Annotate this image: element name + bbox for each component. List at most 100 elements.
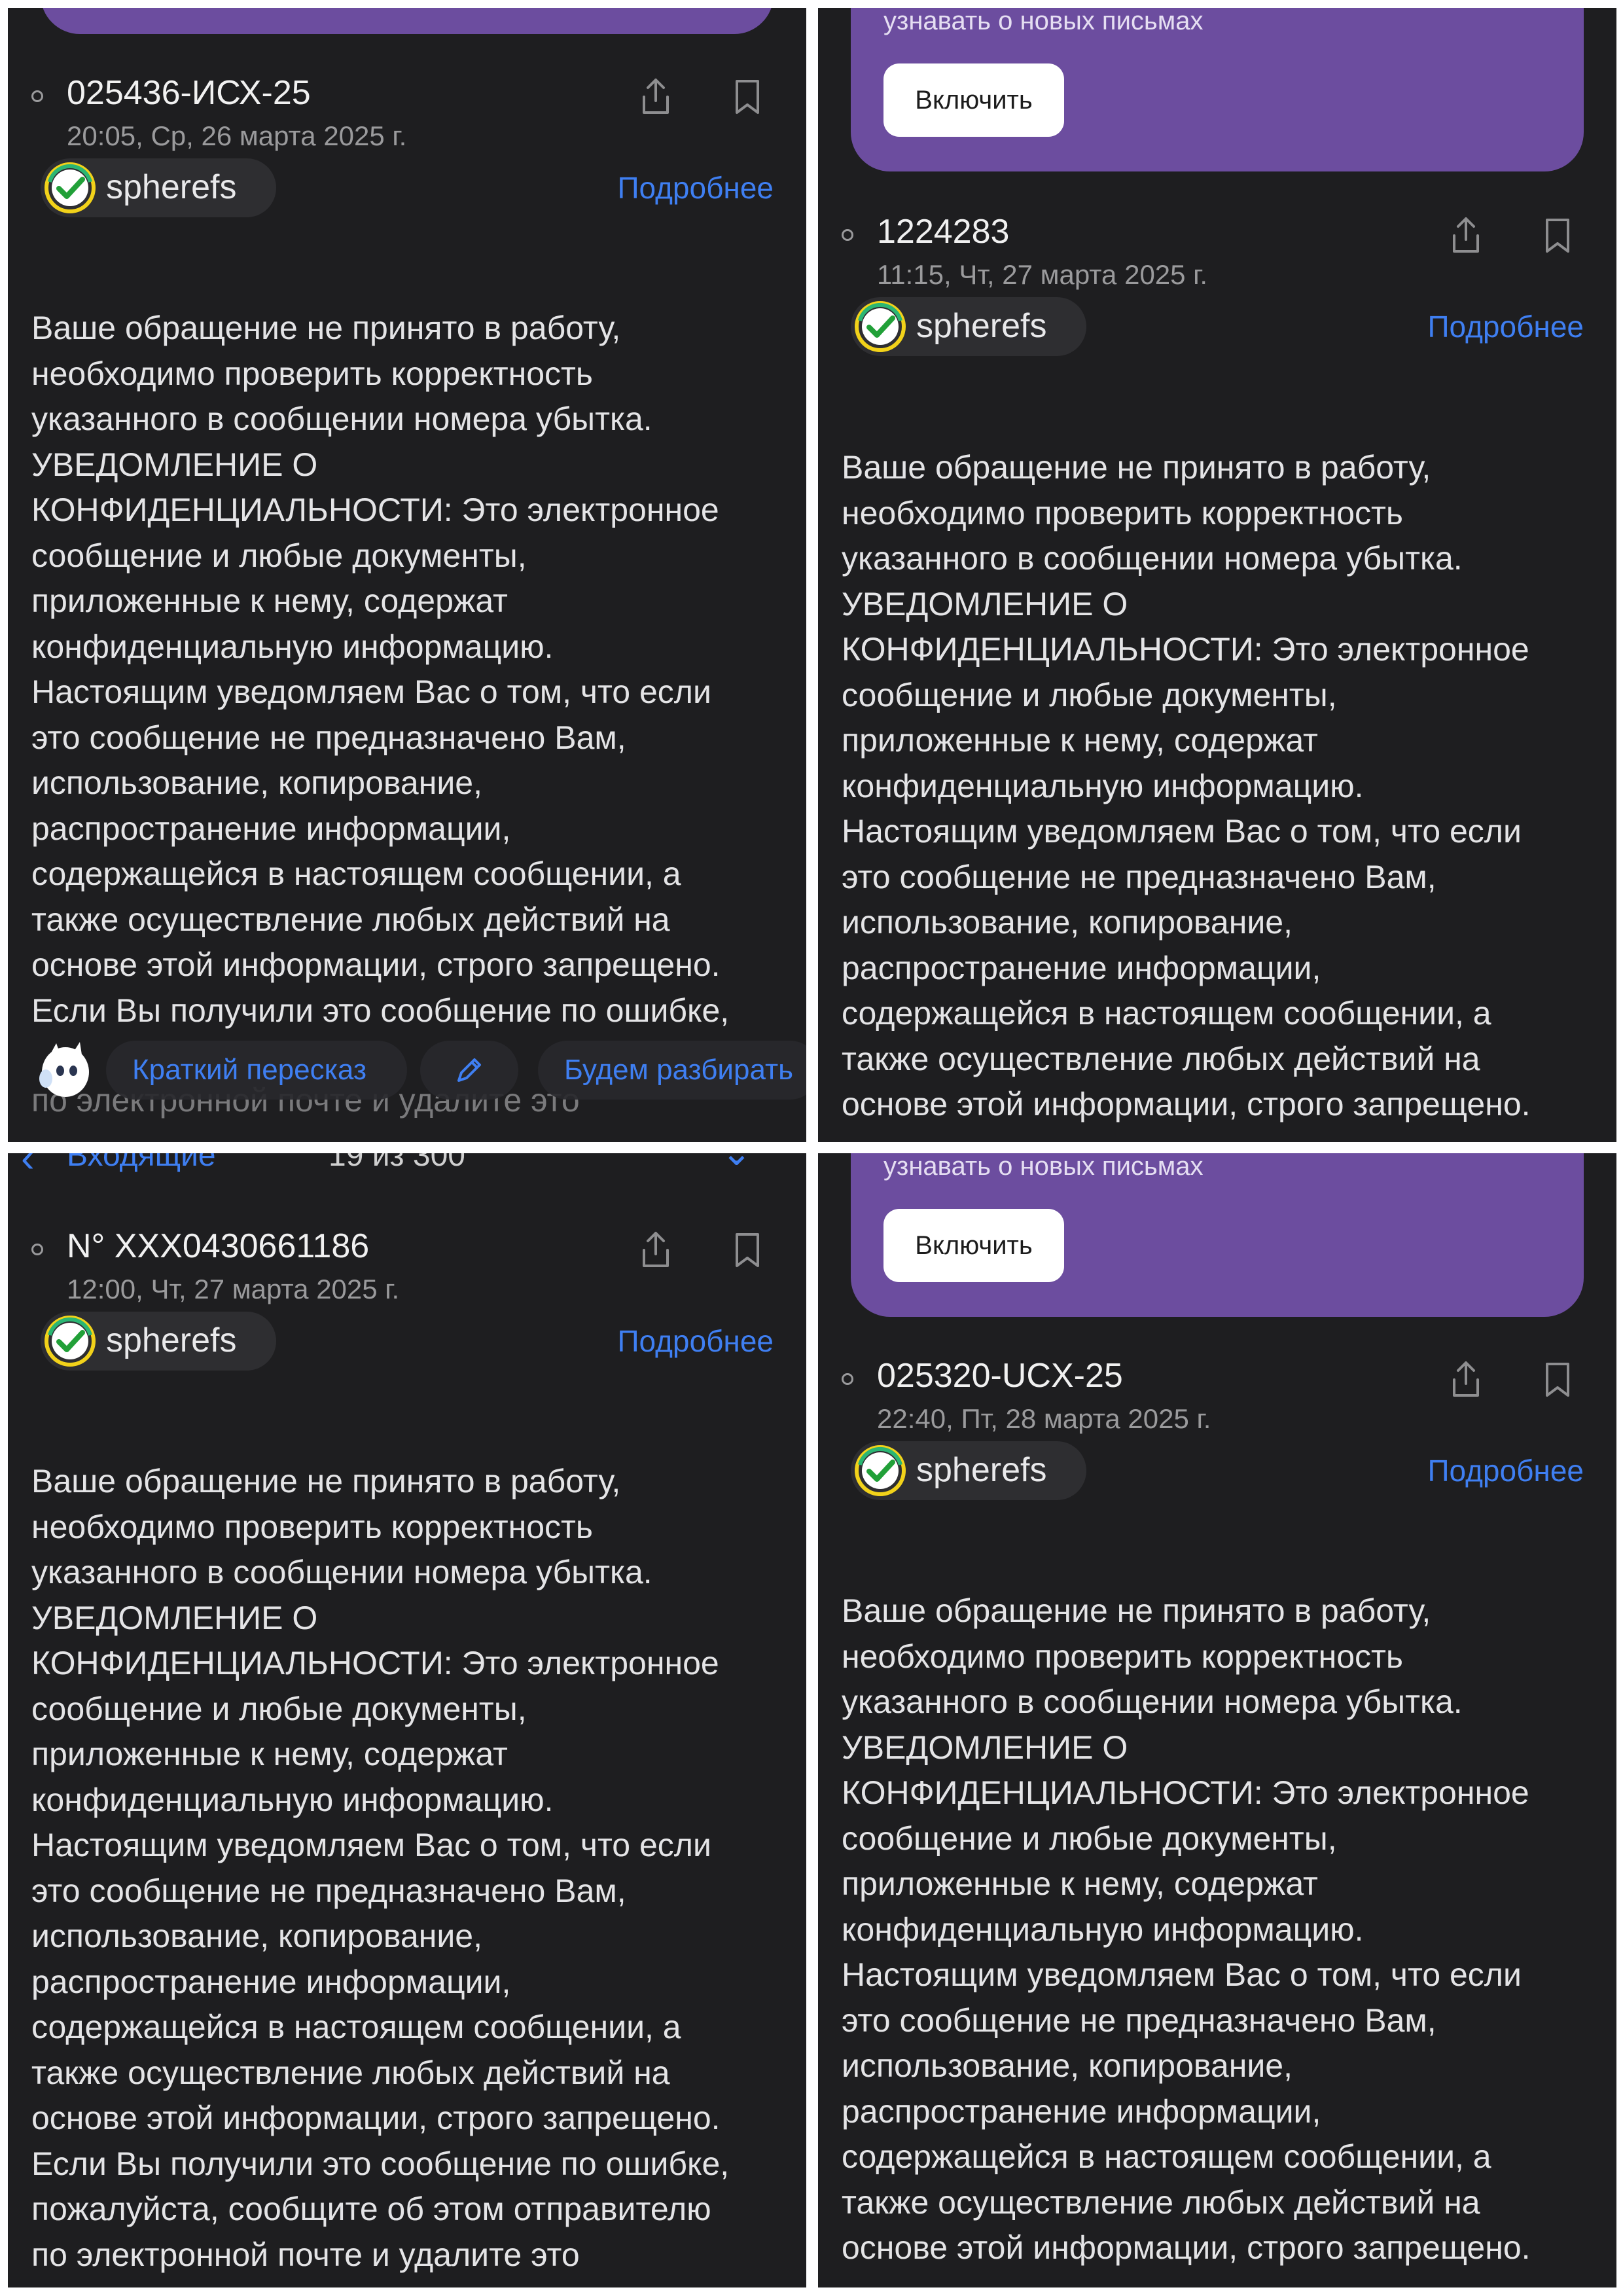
details-link[interactable]: Подробнее [1427,1453,1584,1488]
mail-subject: 025436-ИСХ-25 [67,74,311,112]
promo-banner [41,8,774,34]
enable-notifications-button[interactable]: Включить [883,63,1064,137]
body-line: содержащейся в настоящем сообщении, а [31,855,681,892]
body-line: содержащейся в настоящем сообщении, а [842,995,1491,1031]
sender-name: spherefs [916,307,1047,345]
body-line: это сообщение не предназначено Вам, [31,719,626,756]
body-line: также осуществление любых действий на [842,2183,1480,2221]
mail-panel-4: узнавать о новых письмах Включить 025320… [818,1153,1616,2287]
ai-actions-bar: Краткий пересказ Будем разбирать [8,1029,806,1101]
body-line: необходимо проверить корректность [31,1508,593,1545]
sort-out-button[interactable]: Будем разбирать [538,1041,806,1100]
sender-chip[interactable]: spherefs [851,1441,1086,1500]
body-line: Ваше обращение не принято в работу, [31,1463,621,1499]
body-line: основе этой информации, строго запрещено… [31,946,721,983]
details-link[interactable]: Подробнее [617,1323,774,1359]
body-line: распространение информации, [31,1963,511,2000]
share-icon[interactable] [1446,1359,1486,1401]
mail-date: 11:15, Чт, 27 марта 2025 г. [877,259,1208,290]
body-line: Ваше обращение не принято в работу, [842,449,1431,486]
body-line: указанного в сообщении номера убытка. [31,401,652,437]
sber-logo-icon [855,301,906,352]
unread-dot[interactable] [842,229,853,241]
body-line: приложенные к нему, содержат [31,1736,508,1772]
back-chevron-icon[interactable]: ‹ [21,1153,35,1181]
bookmark-icon[interactable] [728,1229,767,1271]
promo-text: узнавать о новых письмах [883,8,1204,35]
body-line: использование, копирование, [31,764,482,801]
body-line: содержащейся в настоящем сообщении, а [842,2138,1491,2175]
body-line: УВЕДОМЛЕНИЕ О [842,585,1128,622]
share-icon[interactable] [636,76,675,118]
unread-dot[interactable] [31,90,43,102]
body-line: КОНФИДЕНЦИАЛЬНОСТИ: Это электронное [31,492,719,528]
sber-logo-icon [45,1316,96,1367]
chevron-down-icon[interactable]: ⌄ [721,1153,752,1174]
bookmark-icon[interactable] [728,76,767,118]
body-line: конфиденциальную информацию. [842,767,1364,804]
sender-name: spherefs [916,1451,1047,1489]
body-line: это сообщение не предназначено Вам, [842,858,1436,895]
summary-label: Краткий пересказ [132,1054,366,1086]
body-line: распространение информации, [31,810,511,847]
mail-subject: N° XXX0430661186 [67,1227,370,1265]
body-line: Настоящим уведомляем Вас о том, что если [842,1956,1522,1993]
mail-panel-2: узнавать о новых письмах Включить 122428… [818,8,1616,1142]
body-line: содержащейся в настоящем сообщении, а [31,2009,681,2045]
body-line: Ваше обращение не принято в работу, [842,1592,1431,1629]
mail-subject: 025320-UCX-25 [877,1357,1123,1395]
back-to-inbox-link[interactable]: Входящие [67,1153,216,1174]
body-line: распространение информации, [842,2092,1321,2130]
share-icon[interactable] [1446,215,1486,257]
details-link[interactable]: Подробнее [617,170,774,206]
enable-notifications-button[interactable]: Включить [883,1209,1064,1282]
body-line: использование, копирование, [31,1918,482,1954]
details-link[interactable]: Подробнее [1427,309,1584,344]
body-line: использование, копирование, [842,2047,1293,2084]
mail-header: N° XXX0430661186 12:00, Чт, 27 марта 202… [8,1219,806,1480]
body-line: сообщение и любые документы, [842,676,1337,713]
promo-banner: узнавать о новых письмах Включить [851,8,1584,171]
unread-dot[interactable] [31,1244,43,1255]
body-line: использование, копирование, [842,904,1293,941]
body-line: приложенные к нему, содержат [842,722,1318,759]
body-line: основе этой информации, строго запрещено… [842,1086,1531,1122]
sender-chip[interactable]: spherefs [851,297,1086,356]
mail-body: Ваше обращение не принято в работу, необ… [31,1459,793,2278]
body-line: указанного в сообщении номера убытка. [842,1683,1463,1720]
chevron-up-icon[interactable]: ⌃ [616,1153,647,1174]
bookmark-icon[interactable] [1538,215,1577,257]
body-line: распространение информации, [842,949,1321,986]
sender-chip[interactable]: spherefs [41,158,276,217]
ai-assistant-icon[interactable] [34,1038,97,1101]
body-line: указанного в сообщении номера убытка. [842,540,1463,577]
sender-name: spherefs [106,1321,237,1359]
body-line: необходимо проверить корректность [31,355,593,392]
mail-date: 12:00, Чт, 27 марта 2025 г. [67,1274,400,1304]
body-line: УВЕДОМЛЕНИЕ О [31,1599,318,1636]
unread-dot[interactable] [842,1373,853,1385]
body-line: указанного в сообщении номера убытка. [31,1554,652,1590]
bookmark-icon[interactable] [1538,1359,1577,1401]
mail-subject: 1224283 [877,213,1010,251]
body-line: пожалуйста, сообщите об этом отправителю [31,2191,711,2227]
promo-banner: узнавать о новых письмах Включить [851,1153,1584,1317]
body-line: по электронной почте и удалите это [31,2236,580,2273]
body-line: Настоящим уведомляем Вас о том, что если [31,673,711,710]
sender-chip[interactable]: spherefs [41,1312,276,1371]
body-line: Настоящим уведомляем Вас о том, что если [842,813,1522,850]
sber-logo-icon [855,1445,906,1496]
body-line: КОНФИДЕНЦИАЛЬНОСТИ: Это электронное [842,1774,1529,1811]
body-line: приложенные к нему, содержат [842,1865,1318,1902]
mail-body: Ваше обращение не принято в работу, необ… [31,306,793,1033]
mail-panel-3: ‹ Входящие 19 из 300 ⌃ ⌄ N° XXX043066118… [8,1153,806,2287]
body-line: это сообщение не предназначено Вам, [842,2001,1436,2039]
edit-button[interactable] [420,1041,518,1100]
mail-header: 025436-ИСХ-25 20:05, Ср, 26 марта 2025 г… [8,65,806,327]
share-icon[interactable] [636,1229,675,1271]
message-counter: 19 из 300 [329,1153,465,1173]
body-line: также осуществление любых действий на [842,1040,1480,1077]
body-line: конфиденциальную информацию. [31,1781,554,1818]
body-line: также осуществление любых действий на [31,2054,670,2091]
summary-button[interactable]: Краткий пересказ [106,1041,407,1100]
